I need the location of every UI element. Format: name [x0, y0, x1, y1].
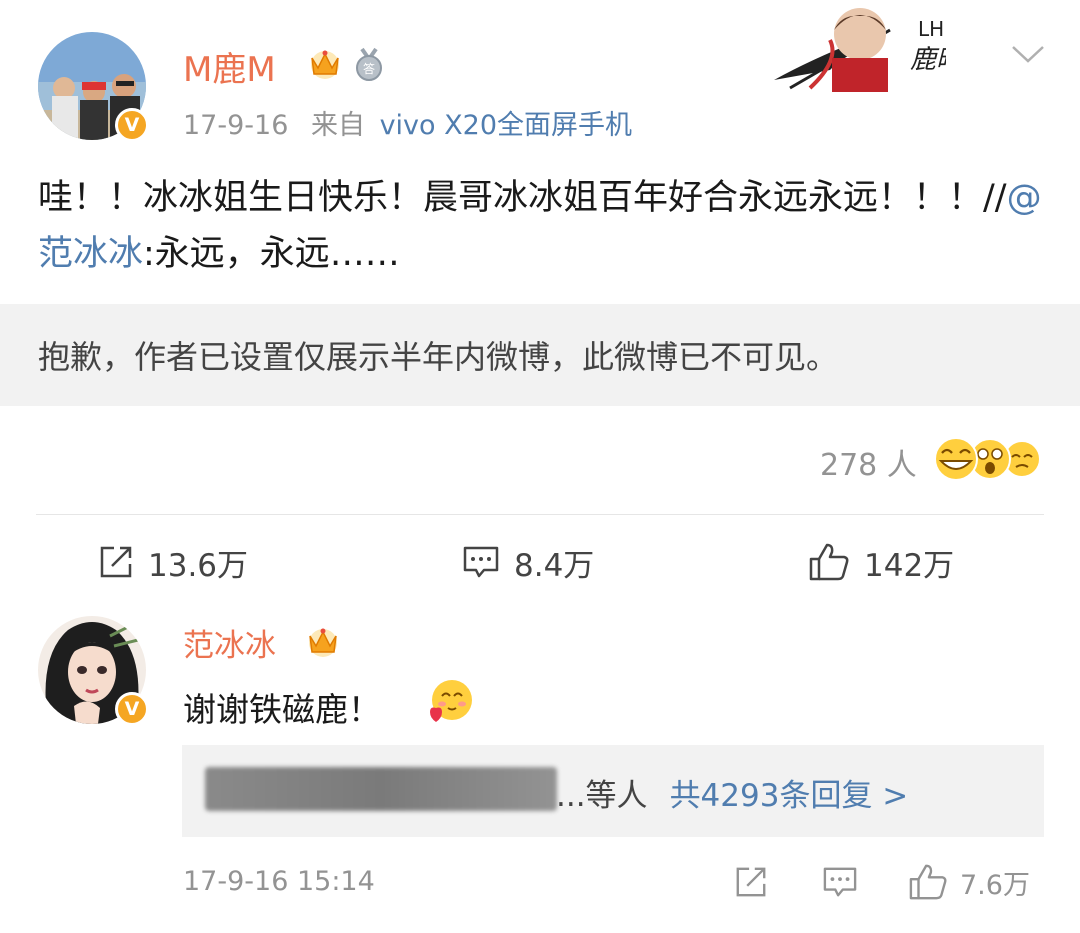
like-icon — [809, 543, 849, 581]
post-source-prefix: 来自 — [310, 110, 365, 141]
post-text: 哇！！冰冰姐生日快乐！晨哥冰冰姐百年好合永远永远！！！// — [38, 178, 1007, 218]
comment-like-button[interactable]: 7.6万 — [908, 862, 1030, 902]
comment-count: 8.4万 — [514, 547, 595, 584]
comment-icon — [823, 867, 857, 897]
like-icon — [909, 864, 947, 900]
like-button[interactable]: 142万 — [808, 540, 954, 584]
svg-text:LH: LH — [918, 17, 944, 41]
post-divider — [36, 514, 1044, 515]
repost-icon — [100, 546, 132, 578]
redacted-names — [205, 767, 557, 811]
post-content: 哇！！冰冰姐生日快乐！晨哥冰冰姐百年好合永远永远！！！//@范冰冰:永远，永远…… — [38, 170, 1048, 282]
comment-repost-button[interactable] — [734, 862, 768, 902]
post-author-name[interactable]: M鹿M — [183, 42, 276, 91]
post-meta: 17-9-16 来自 vivo X20全面屏手机 — [183, 103, 632, 142]
medal-icon: 答 — [356, 47, 382, 81]
crown-icon — [311, 50, 339, 79]
card-banner-decoration: 鹿晗 LH — [774, 8, 946, 92]
author-name-text[interactable]: M鹿M — [183, 50, 276, 90]
like-count: 142万 — [864, 547, 955, 584]
reply-others: ...等人 — [556, 778, 648, 814]
chevron-down-icon[interactable] — [1010, 42, 1046, 66]
blush-heart-emoji-icon — [430, 680, 472, 722]
quoted-text: :永远，永远…… — [143, 234, 400, 274]
repost-button[interactable]: 13.6万 — [98, 540, 248, 584]
repost-count: 13.6万 — [148, 547, 249, 584]
comment-author-name[interactable]: 范冰冰 — [183, 620, 276, 665]
comment-like-count: 7.6万 — [960, 869, 1030, 901]
verified-icon: V — [115, 108, 149, 142]
hidden-post-notice: 抱歉，作者已设置仅展示半年内微博，此微博已不可见。 — [38, 338, 839, 376]
comment-icon — [463, 546, 499, 578]
post-source-device[interactable]: vivo X20全面屏手机 — [380, 110, 632, 141]
reply-summary[interactable]: ...等人 共4293条回复 > — [556, 770, 908, 815]
repost-icon — [736, 867, 766, 897]
comment-text: 谢谢铁磁鹿！ — [183, 690, 381, 729]
comment-reply-button[interactable] — [822, 862, 858, 902]
crown-icon — [309, 628, 337, 657]
reaction-count[interactable]: 278 人 — [820, 440, 917, 484]
reply-total-link[interactable]: 共4293条回复 > — [670, 778, 909, 814]
comment-time: 17-9-16 15:14 — [183, 866, 375, 897]
comment-button[interactable]: 8.4万 — [462, 540, 594, 584]
banner-text: 鹿晗 — [910, 45, 946, 75]
post-time: 17-9-16 — [183, 110, 289, 141]
verified-icon: V — [115, 692, 149, 726]
svg-text:答: 答 — [363, 61, 375, 76]
reaction-emoji-stack[interactable] — [932, 437, 1044, 481]
